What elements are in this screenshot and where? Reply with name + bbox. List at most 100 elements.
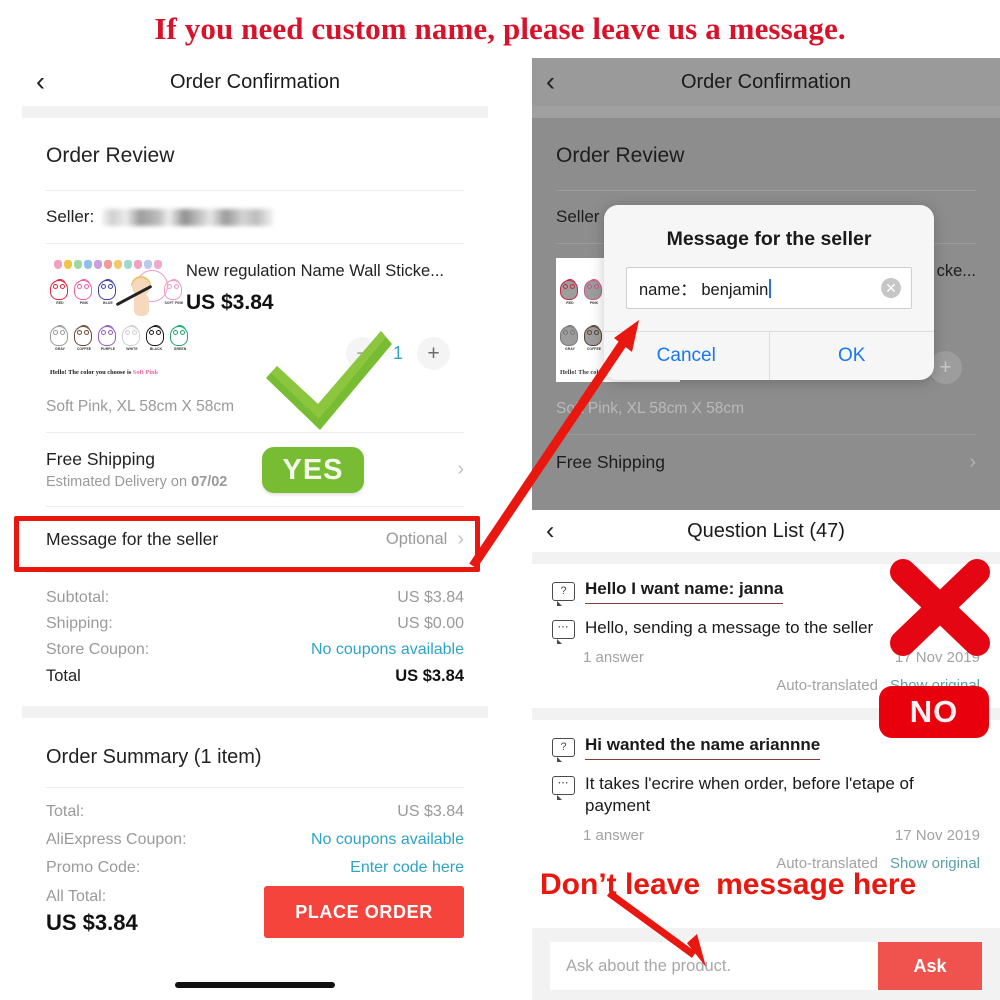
seller-row[interactable]: Seller: xyxy=(22,191,488,243)
screenshot-stage: If you need custom name, please leave us… xyxy=(0,0,1000,1000)
message-for-seller-label: Message for the seller xyxy=(46,529,219,549)
cancel-button[interactable]: Cancel xyxy=(604,332,769,380)
price-row[interactable]: Store Coupon: No coupons available xyxy=(46,637,464,663)
question-item[interactable]: ? Hi wanted the name ariannne ⋯ It takes… xyxy=(532,720,1000,886)
product-row[interactable]: RED PINK BLUE SOFT PINK GRAY COFFEE PURP… xyxy=(22,244,488,382)
question-line: ? Hello I want name: janna xyxy=(552,578,980,606)
seller-name-blurred xyxy=(102,208,275,226)
show-original-link[interactable]: Show original xyxy=(890,855,980,872)
show-original-link[interactable]: Show original xyxy=(890,677,980,694)
owl-color-row-2: GRAY COFFEE PURPLE WHITE BLACK GREEN xyxy=(50,325,190,351)
child-illustration xyxy=(115,276,154,320)
message-optional-value: Optional xyxy=(385,530,448,548)
quantity-decrease-button[interactable]: − xyxy=(345,337,379,370)
answer-text: It takes l'ecrire when order, before l'e… xyxy=(585,773,914,816)
shipping-title: Free Shipping xyxy=(556,452,665,472)
chevron-left-icon[interactable]: ‹ xyxy=(546,68,555,96)
aliexpress-coupon-link[interactable]: No coupons available xyxy=(311,831,464,849)
summary-key: Promo Code: xyxy=(46,859,141,876)
ok-button[interactable]: OK xyxy=(768,332,935,380)
ask-input[interactable]: Ask about the product. xyxy=(550,942,878,990)
message-for-seller-row[interactable]: Message for the seller Optional › xyxy=(22,507,488,572)
promo-banner: If you need custom name, please leave us… xyxy=(154,11,846,46)
section-divider xyxy=(532,707,1000,720)
chevron-right-icon: › xyxy=(457,528,464,550)
comment-icon: ⋯ xyxy=(552,775,575,800)
summary-key: AliExpress Coupon: xyxy=(46,831,187,848)
question-date: 17 Nov 2019 xyxy=(894,648,980,666)
answer-line: ⋯ Hello, sending a message to the seller xyxy=(552,616,980,645)
summary-key: Total: xyxy=(46,803,85,820)
shipping-row[interactable]: Free Shipping › xyxy=(532,435,1000,490)
price-value: US $3.84 xyxy=(395,667,464,685)
price-row-total: Total US $3.84 xyxy=(46,663,464,690)
home-indicator xyxy=(175,982,335,988)
question-line: ? Hi wanted the name ariannne xyxy=(552,734,980,762)
right-navbar: ‹ Order Confirmation xyxy=(532,58,1000,106)
right-phone-panel: ‹ Order Confirmation Order Review Seller… xyxy=(532,58,1000,1000)
place-order-button[interactable]: PLACE ORDER xyxy=(264,886,464,938)
section-divider xyxy=(22,106,488,118)
summary-row[interactable]: Promo Code: Enter code here xyxy=(46,854,464,882)
ask-button[interactable]: Ask xyxy=(878,942,982,990)
price-key: Subtotal: xyxy=(46,589,110,606)
question-mark-icon: ? xyxy=(552,737,575,762)
right-navbar-title: Order Confirmation xyxy=(680,70,852,93)
chevron-left-icon[interactable]: ‹ xyxy=(36,68,45,96)
product-price: US $3.84 xyxy=(186,291,274,314)
chevron-right-icon: › xyxy=(969,451,976,473)
seller-label: Seller xyxy=(556,207,600,226)
price-key: Store Coupon: xyxy=(46,641,150,658)
product-thumbnail[interactable]: RED PINK BLUE SOFT PINK GRAY COFFEE PURP… xyxy=(46,258,188,382)
shipping-row[interactable]: Free Shipping Estimated Delivery on 07/0… xyxy=(22,433,488,506)
order-review-heading: Order Review xyxy=(556,144,685,167)
price-key: Total xyxy=(46,667,81,685)
product-variant: Soft Pink, XL 58cm X 58cm xyxy=(46,398,235,415)
store-coupon-link[interactable]: No coupons available xyxy=(311,641,464,659)
order-footer-bar: All Total: US $3.84 PLACE ORDER xyxy=(22,884,488,938)
section-divider xyxy=(532,552,1000,564)
left-navbar: ‹ Order Confirmation xyxy=(22,58,488,106)
dialog-title: Message for the seller xyxy=(666,228,872,250)
left-navbar-title: Order Confirmation xyxy=(169,70,341,93)
summary-row[interactable]: AliExpress Coupon: No coupons available xyxy=(46,826,464,854)
owl-color-row-2: GRAY COFFEE xyxy=(560,325,604,351)
answer-line: ⋯ It takes l'ecrire when order, before l… xyxy=(552,772,980,818)
order-summary-section: Order Summary (1 item) Total: US $3.84 A… xyxy=(22,718,488,882)
dialog-input-wrap: name： benjamin ✕ xyxy=(604,251,934,309)
all-total-block: All Total: US $3.84 xyxy=(46,888,138,936)
product-variant: Soft Pink, XL 58cm X 58cm xyxy=(556,400,745,417)
question-mark-icon: ? xyxy=(552,582,575,606)
message-for-seller-dialog: Message for the seller name： benjamin ✕ … xyxy=(604,205,934,380)
question-item[interactable]: ? Hello I want name: janna ⋯ Hello, send… xyxy=(532,564,1000,708)
price-breakdown-table: Subtotal: US $3.84 Shipping: US $0.00 St… xyxy=(22,573,488,706)
all-total-label: All Total: xyxy=(46,888,107,905)
question-meta: 1 answer 17 Nov 2019 xyxy=(552,640,980,666)
message-input[interactable]: name： benjamin ✕ xyxy=(626,267,912,309)
price-row: Shipping: US $0.00 xyxy=(46,611,464,637)
product-info: New regulation Name Wall Sticke... US $3… xyxy=(186,258,464,382)
question-text: Hi wanted the name ariannne xyxy=(585,734,821,760)
promo-code-link[interactable]: Enter code here xyxy=(350,859,464,877)
left-phone-panel: ‹ Order Confirmation Order Review Seller… xyxy=(22,58,488,1000)
quantity-stepper[interactable]: − 1 + xyxy=(186,337,464,370)
translation-row: Auto-translated Show original xyxy=(552,666,980,708)
question-text: Hello I want name: janna xyxy=(585,578,784,605)
quantity-increase-button[interactable]: + xyxy=(417,337,450,370)
seller-label: Seller: xyxy=(46,207,95,226)
price-row: Subtotal: US $3.84 xyxy=(46,585,464,611)
answer-count: 1 answer xyxy=(583,826,644,844)
clear-circle-icon[interactable]: ✕ xyxy=(881,278,901,298)
question-date: 17 Nov 2019 xyxy=(894,826,980,844)
quantity-value: 1 xyxy=(392,343,403,363)
summary-value: US $3.84 xyxy=(397,803,464,820)
chevron-right-icon: › xyxy=(457,458,464,480)
ask-row: Ask about the product. Ask xyxy=(550,942,982,990)
answer-text: Hello, sending a message to the seller xyxy=(585,618,874,638)
shipping-title: Free Shipping xyxy=(46,449,155,469)
chevron-left-icon[interactable]: ‹ xyxy=(546,518,554,544)
auto-translated-label: Auto-translated xyxy=(776,676,878,694)
auto-translated-label: Auto-translated xyxy=(776,854,878,872)
answer-count: 1 answer xyxy=(583,648,644,666)
order-review-heading: Order Review xyxy=(46,144,175,167)
